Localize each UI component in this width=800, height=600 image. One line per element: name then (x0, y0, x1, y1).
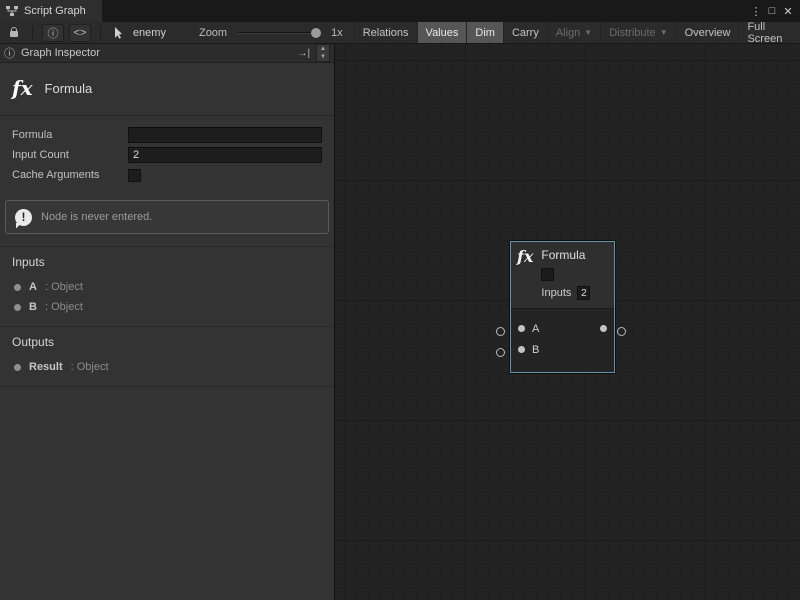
tab-label: Script Graph (24, 5, 86, 17)
main-split: ⓘ Graph Inspector →| ▲ ▼ fx Formula Form… (0, 44, 800, 600)
zoom-label: Zoom (199, 27, 227, 39)
zoom-value: 1x (331, 27, 343, 39)
full-screen-button[interactable]: Full Screen (738, 22, 795, 43)
input-port-b-icon[interactable] (518, 346, 525, 353)
input-port-row-a[interactable]: A : Object (12, 277, 322, 297)
dock-inspector-icon[interactable]: →| (297, 48, 310, 59)
unit-settings-form: Formula Input Count Cache Arguments (0, 116, 334, 189)
graph-toolbar: ⓘ <> enemy Zoom 1x Relations Values Dim … (0, 22, 800, 44)
input-port-a-icon[interactable] (518, 325, 525, 332)
toolbar-separator (100, 26, 101, 40)
warning-icon: ! (15, 209, 32, 226)
fx-icon: fx (517, 248, 533, 300)
graph-inspector-title: Graph Inspector (21, 47, 100, 59)
window-menu-button[interactable]: ⋮ (748, 5, 764, 18)
formula-input[interactable] (128, 127, 322, 143)
code-icon: <> (74, 27, 87, 39)
unit-title-block: fx Formula (0, 63, 334, 116)
info-icon: ⓘ (4, 45, 15, 61)
toolbar-separator (32, 26, 33, 40)
inputs-heading: Inputs (12, 255, 322, 269)
lock-icon (9, 27, 19, 38)
graph-target-label[interactable]: enemy (133, 27, 166, 39)
output-port-row-result[interactable]: Result : Object (12, 357, 322, 377)
window-tab-bar: Script Graph ⋮ □ ✕ (0, 0, 800, 22)
zoom-slider-handle[interactable] (311, 28, 321, 38)
distribute-button[interactable]: Distribute ▼ (600, 22, 675, 43)
graph-inspector-header: ⓘ Graph Inspector →| ▲ ▼ (0, 44, 334, 63)
zoom-slider[interactable] (238, 22, 321, 44)
scroll-down-icon[interactable]: ▼ (317, 53, 329, 61)
warning-box: ! Node is never entered. (5, 200, 329, 234)
input-count-row: Input Count (12, 145, 322, 165)
zoom-slider-track (238, 32, 321, 34)
free-port-circle-result[interactable] (617, 327, 626, 336)
outputs-section: Outputs Result : Object (0, 326, 334, 387)
node-port-row-a[interactable]: A (511, 318, 614, 339)
fx-icon: fx (12, 76, 33, 100)
values-button[interactable]: Values (417, 22, 467, 43)
info-icon: ⓘ (47, 25, 58, 41)
unit-title: Formula (45, 81, 93, 96)
formula-label: Formula (12, 129, 128, 141)
cache-arguments-checkbox[interactable] (128, 169, 141, 182)
output-port-result-icon[interactable] (600, 325, 607, 332)
inspector-scroll-stepper[interactable]: ▲ ▼ (316, 44, 330, 62)
script-graph-icon (6, 6, 18, 17)
tab-script-graph[interactable]: Script Graph (0, 0, 102, 22)
node-input-count-field[interactable]: 2 (577, 286, 590, 300)
formula-row: Formula (12, 125, 322, 145)
overview-button[interactable]: Overview (676, 22, 739, 43)
carry-button[interactable]: Carry (503, 22, 547, 43)
window-close-button[interactable]: ✕ (780, 5, 796, 18)
node-title: Formula (541, 248, 590, 263)
input-count-field[interactable] (128, 147, 322, 163)
chevron-down-icon: ▼ (584, 29, 592, 37)
free-port-circle-b[interactable] (496, 348, 505, 357)
port-dot-icon (14, 284, 21, 291)
outputs-heading: Outputs (12, 335, 322, 349)
port-dot-icon (14, 304, 21, 311)
warning-text: Node is never entered. (41, 211, 152, 223)
graph-canvas[interactable]: fx Formula Inputs 2 A (335, 44, 800, 600)
lock-button[interactable] (5, 24, 23, 42)
port-dot-icon (14, 364, 21, 371)
inputs-section: Inputs A : Object B : Object (0, 246, 334, 326)
code-view-button[interactable]: <> (69, 24, 91, 42)
cache-arguments-row: Cache Arguments (12, 165, 322, 185)
formula-node[interactable]: fx Formula Inputs 2 A (510, 241, 615, 373)
toolbar-buttons: Relations Values Dim Carry Align ▼ Distr… (354, 22, 795, 43)
align-button[interactable]: Align ▼ (547, 22, 600, 43)
formula-node-header[interactable]: fx Formula Inputs 2 (511, 242, 614, 308)
relations-button[interactable]: Relations (354, 22, 417, 43)
chevron-down-icon: ▼ (660, 29, 668, 37)
input-count-label: Input Count (12, 149, 128, 161)
inspector-toggle-button[interactable]: ⓘ (42, 24, 64, 42)
node-inputs-label: Inputs (541, 287, 571, 299)
window-controls: ⋮ □ ✕ (748, 0, 800, 22)
dim-button[interactable]: Dim (466, 22, 503, 43)
input-port-row-b[interactable]: B : Object (12, 297, 322, 317)
cache-arguments-label: Cache Arguments (12, 169, 128, 181)
formula-node-ports: A B (511, 308, 614, 372)
scroll-up-icon[interactable]: ▲ (317, 45, 329, 53)
free-port-circle-a[interactable] (496, 327, 505, 336)
target-cursor-icon (110, 24, 128, 42)
node-port-row-b[interactable]: B (511, 339, 614, 360)
node-formula-field[interactable] (541, 268, 554, 281)
window-maximize-button[interactable]: □ (764, 5, 780, 17)
graph-inspector-panel: ⓘ Graph Inspector →| ▲ ▼ fx Formula Form… (0, 44, 335, 600)
